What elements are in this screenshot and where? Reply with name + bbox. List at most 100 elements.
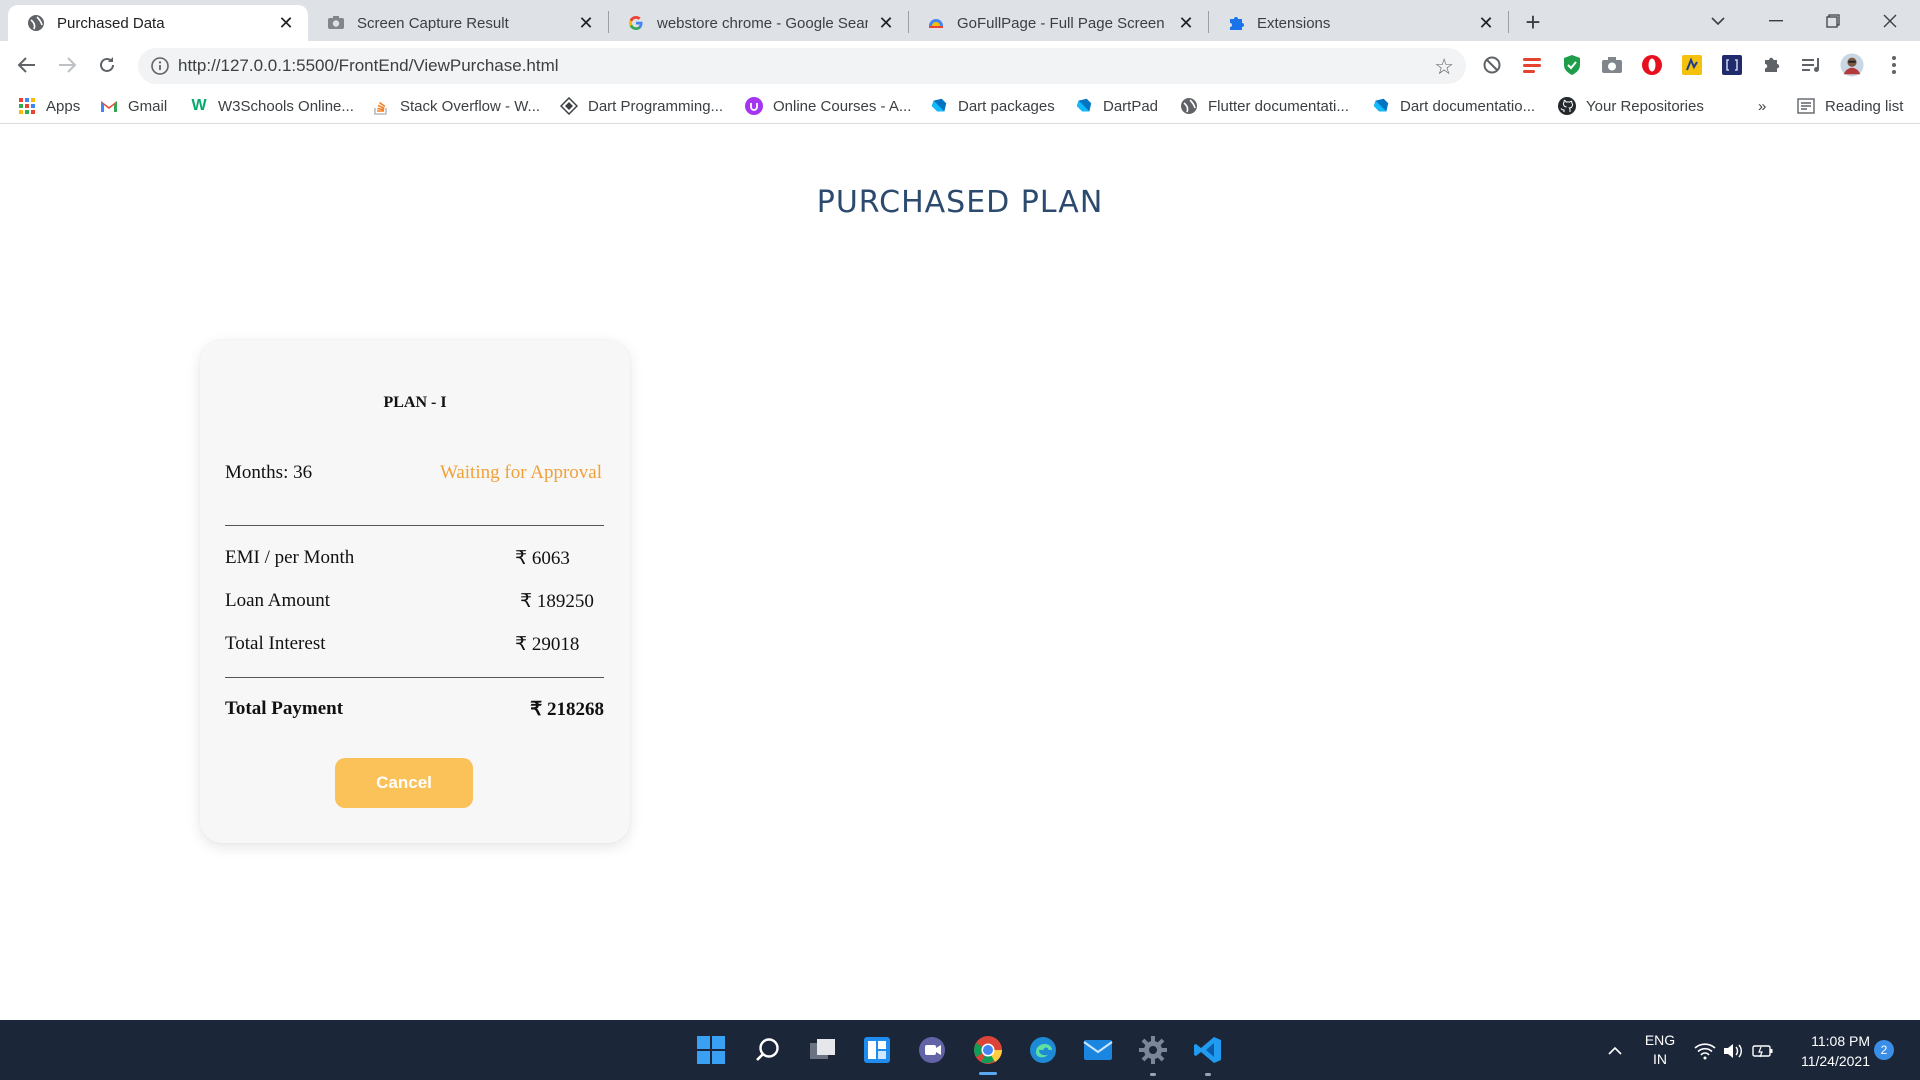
language-indicator[interactable]: ENG IN bbox=[1642, 1031, 1678, 1069]
bookmark-w3schools[interactable]: W W3Schools Online... bbox=[190, 94, 353, 118]
windows-start-icon[interactable] bbox=[694, 1033, 728, 1067]
edge-icon[interactable] bbox=[1026, 1033, 1060, 1067]
globe-icon bbox=[26, 14, 45, 33]
bookmark-dartpad[interactable]: DartPad bbox=[1075, 94, 1158, 118]
tab-title: GoFullPage - Full Page Screen Capture bbox=[957, 14, 1168, 32]
restore-button[interactable] bbox=[1805, 0, 1861, 41]
teams-chat-icon[interactable] bbox=[915, 1033, 949, 1067]
w3schools-icon: W bbox=[191, 97, 207, 114]
bookmark-dart-packages[interactable]: Dart packages bbox=[930, 94, 1055, 118]
address-bar[interactable]: http://127.0.0.1:5500/FrontEnd/ViewPurch… bbox=[138, 48, 1466, 84]
bookmark-star-icon[interactable]: ☆ bbox=[1434, 54, 1454, 80]
tab-title: webstore chrome - Google Search bbox=[657, 14, 868, 32]
task-view-icon[interactable] bbox=[806, 1033, 840, 1067]
clock-date: 11/24/2021 bbox=[1800, 1053, 1870, 1069]
tab-separator bbox=[1508, 11, 1509, 33]
total-interest-label: Total Interest bbox=[225, 633, 326, 654]
cancel-button[interactable]: Cancel bbox=[335, 758, 473, 808]
notes-extension-icon[interactable] bbox=[1680, 53, 1704, 77]
udemy-icon bbox=[745, 97, 763, 115]
opera-vpn-icon[interactable] bbox=[1640, 53, 1664, 77]
clock[interactable]: 11:08 PM 11/24/2021 bbox=[1790, 1031, 1870, 1071]
tab-title: Extensions bbox=[1257, 14, 1331, 32]
total-payment-row: Total Payment ₹ 218268 bbox=[225, 698, 604, 724]
search-icon[interactable] bbox=[751, 1033, 785, 1067]
close-window-button[interactable] bbox=[1862, 0, 1918, 41]
chevron-up-icon[interactable] bbox=[1604, 1040, 1626, 1062]
globe-icon bbox=[1180, 97, 1198, 115]
reload-icon[interactable] bbox=[92, 50, 122, 80]
close-tab-icon[interactable]: ✕ bbox=[1476, 13, 1496, 33]
close-tab-icon[interactable]: ✕ bbox=[1176, 13, 1196, 33]
mail-icon[interactable] bbox=[1081, 1033, 1115, 1067]
todoist-icon[interactable] bbox=[1520, 53, 1544, 77]
bookmark-dart-programming[interactable]: Dart Programming... bbox=[560, 94, 723, 118]
bookmark-flutter-docs[interactable]: Flutter documentati... bbox=[1180, 94, 1349, 118]
widgets-icon[interactable] bbox=[860, 1033, 894, 1067]
camera-extension-icon[interactable] bbox=[1600, 53, 1624, 77]
reading-list-icon bbox=[1797, 97, 1815, 115]
tab-title: Purchased Data bbox=[57, 14, 165, 32]
total-interest-value: ₹ 29018 bbox=[515, 634, 580, 655]
minimize-button[interactable] bbox=[1748, 0, 1804, 41]
total-interest-row: Total Interest ₹ 29018 bbox=[225, 633, 604, 659]
tab-purchased-data[interactable]: Purchased Data ✕ bbox=[8, 5, 308, 41]
tab-gofullpage[interactable]: GoFullPage - Full Page Screen Capture ✕ bbox=[908, 5, 1208, 41]
new-tab-button[interactable]: + bbox=[1519, 7, 1547, 37]
plan-card: PLAN - I Months: 36 Waiting for Approval… bbox=[200, 340, 630, 843]
block-icon[interactable] bbox=[1480, 53, 1504, 77]
url-text[interactable]: http://127.0.0.1:5500/FrontEnd/ViewPurch… bbox=[178, 56, 559, 76]
bookmarks-overflow-button[interactable]: » bbox=[1758, 94, 1766, 118]
settings-gear-icon[interactable] bbox=[1136, 1033, 1170, 1067]
extensions-puzzle-icon[interactable] bbox=[1760, 53, 1784, 77]
active-app-indicator bbox=[979, 1072, 997, 1075]
dart-icon bbox=[1075, 97, 1093, 115]
dart-programming-icon bbox=[560, 97, 578, 115]
bookmark-your-repositories[interactable]: Your Repositories bbox=[1558, 94, 1704, 118]
chrome-icon[interactable] bbox=[971, 1033, 1005, 1067]
close-tab-icon[interactable]: ✕ bbox=[876, 13, 896, 33]
tab-strip: Purchased Data ✕ Screen Capture Result ✕… bbox=[0, 0, 1920, 41]
chrome-menu-icon[interactable] bbox=[1882, 53, 1906, 77]
back-arrow-icon[interactable] bbox=[12, 50, 42, 80]
forward-arrow-icon[interactable] bbox=[52, 50, 82, 80]
tab-extensions[interactable]: Extensions ✕ bbox=[1208, 5, 1508, 41]
volume-icon[interactable] bbox=[1722, 1040, 1744, 1062]
vscode-icon[interactable] bbox=[1191, 1033, 1225, 1067]
bookmark-label: Flutter documentati... bbox=[1208, 97, 1349, 115]
bookmark-label: Stack Overflow - W... bbox=[400, 97, 541, 115]
clock-time: 11:08 PM bbox=[1811, 1033, 1870, 1049]
wifi-icon[interactable] bbox=[1694, 1040, 1716, 1062]
plan-name: PLAN - I bbox=[383, 394, 447, 411]
bookmark-gmail[interactable]: Gmail bbox=[100, 94, 167, 118]
notification-badge[interactable]: 2 bbox=[1874, 1040, 1894, 1060]
bookmark-label: Dart packages bbox=[958, 97, 1055, 115]
profile-avatar[interactable] bbox=[1840, 53, 1864, 77]
total-payment-label: Total Payment bbox=[225, 698, 344, 719]
bookmark-dart-docs[interactable]: Dart documentatio... bbox=[1372, 94, 1535, 118]
bookmark-stackoverflow[interactable]: Stack Overflow - W... bbox=[372, 94, 540, 118]
close-tab-icon[interactable]: ✕ bbox=[276, 13, 296, 33]
shield-check-icon[interactable] bbox=[1560, 53, 1584, 77]
bookmark-apps[interactable]: Apps bbox=[18, 94, 80, 118]
tab-search-chevron-icon[interactable] bbox=[1690, 0, 1746, 41]
tab-screen-capture-result[interactable]: Screen Capture Result ✕ bbox=[308, 5, 608, 41]
bookmark-label: Online Courses - A... bbox=[773, 97, 912, 115]
tab-google-search[interactable]: webstore chrome - Google Search ✕ bbox=[608, 5, 908, 41]
emi-value: ₹ 6063 bbox=[515, 548, 570, 569]
bookmark-label: DartPad bbox=[1103, 97, 1159, 115]
reading-list[interactable]: Reading list bbox=[1797, 94, 1903, 118]
taskbar: ENG IN 11:08 PM 11/24/2021 bbox=[0, 1020, 1920, 1080]
bookmark-label: Apps bbox=[46, 97, 81, 115]
battery-icon[interactable] bbox=[1752, 1040, 1774, 1062]
loan-amount-value: ₹ 189250 bbox=[520, 591, 594, 612]
gmail-icon bbox=[100, 97, 118, 115]
running-app-indicator bbox=[1150, 1073, 1156, 1076]
bookmark-label: Gmail bbox=[128, 97, 168, 115]
close-tab-icon[interactable]: ✕ bbox=[576, 13, 596, 33]
media-control-icon[interactable] bbox=[1800, 53, 1824, 77]
site-info-icon[interactable] bbox=[150, 56, 170, 76]
total-payment-value: ₹ 218268 bbox=[530, 699, 604, 720]
bookmark-online-courses[interactable]: Online Courses - A... bbox=[745, 94, 911, 118]
code-brackets-icon[interactable] bbox=[1720, 53, 1744, 77]
